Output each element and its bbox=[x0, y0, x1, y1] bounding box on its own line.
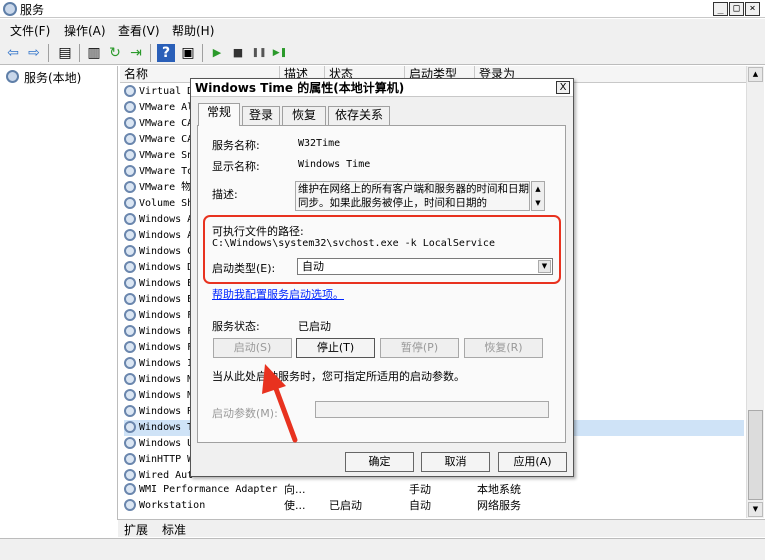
annotation-arrow-icon bbox=[262, 364, 298, 443]
tab-general[interactable]: 常规 bbox=[198, 103, 240, 126]
annotation-arrow-head bbox=[262, 364, 286, 394]
annotation-arrow-shaft bbox=[272, 383, 298, 443]
